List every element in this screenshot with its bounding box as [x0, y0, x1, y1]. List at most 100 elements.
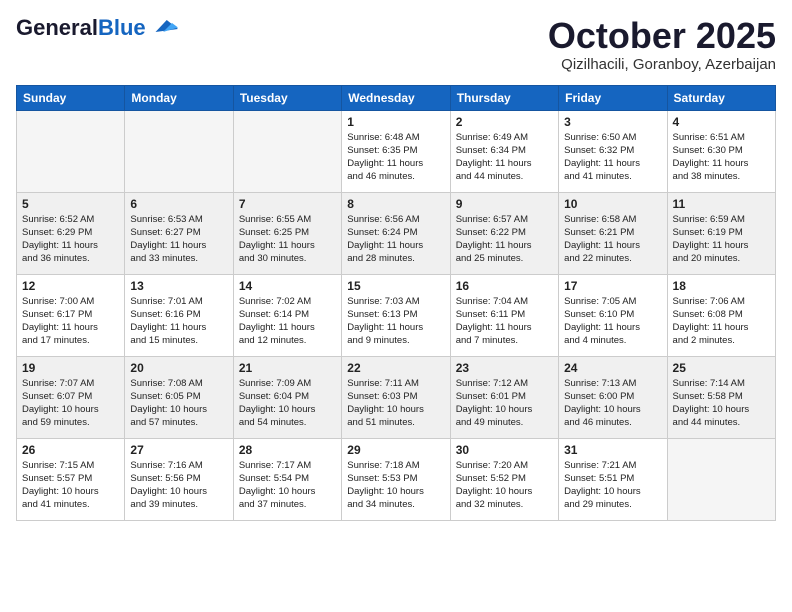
day-info: Sunrise: 7:13 AM Sunset: 6:00 PM Dayligh…: [564, 377, 661, 430]
calendar-cell: 15 Sunrise: 7:03 AM Sunset: 6:13 PM Dayli…: [342, 274, 450, 356]
day-number: 20: [130, 361, 227, 375]
day-number: 15: [347, 279, 444, 293]
calendar-cell: 29 Sunrise: 7:18 AM Sunset: 5:53 PM Dayli…: [342, 438, 450, 520]
day-number: 8: [347, 197, 444, 211]
day-info: Sunrise: 7:15 AM Sunset: 5:57 PM Dayligh…: [22, 459, 119, 512]
day-info: Sunrise: 7:18 AM Sunset: 5:53 PM Dayligh…: [347, 459, 444, 512]
day-number: 18: [673, 279, 770, 293]
day-number: 4: [673, 115, 770, 129]
calendar-cell: 8 Sunrise: 6:56 AM Sunset: 6:24 PM Daylig…: [342, 192, 450, 274]
day-info: Sunrise: 6:58 AM Sunset: 6:21 PM Dayligh…: [564, 213, 661, 266]
day-number: 2: [456, 115, 553, 129]
calendar-week-row: 26 Sunrise: 7:15 AM Sunset: 5:57 PM Dayli…: [17, 438, 776, 520]
logo-blue: Blue: [98, 15, 146, 40]
day-number: 19: [22, 361, 119, 375]
day-info: Sunrise: 7:09 AM Sunset: 6:04 PM Dayligh…: [239, 377, 336, 430]
day-info: Sunrise: 7:05 AM Sunset: 6:10 PM Dayligh…: [564, 295, 661, 348]
day-info: Sunrise: 6:52 AM Sunset: 6:29 PM Dayligh…: [22, 213, 119, 266]
calendar-cell: [125, 110, 233, 192]
day-info: Sunrise: 7:03 AM Sunset: 6:13 PM Dayligh…: [347, 295, 444, 348]
day-info: Sunrise: 6:57 AM Sunset: 6:22 PM Dayligh…: [456, 213, 553, 266]
day-number: 16: [456, 279, 553, 293]
day-info: Sunrise: 7:07 AM Sunset: 6:07 PM Dayligh…: [22, 377, 119, 430]
calendar-cell: [667, 438, 775, 520]
calendar-cell: 4 Sunrise: 6:51 AM Sunset: 6:30 PM Daylig…: [667, 110, 775, 192]
day-number: 31: [564, 443, 661, 457]
title-block: October 2025 Qizilhacili, Goranboy, Azer…: [548, 16, 776, 73]
day-info: Sunrise: 7:00 AM Sunset: 6:17 PM Dayligh…: [22, 295, 119, 348]
day-info: Sunrise: 6:59 AM Sunset: 6:19 PM Dayligh…: [673, 213, 770, 266]
day-info: Sunrise: 6:56 AM Sunset: 6:24 PM Dayligh…: [347, 213, 444, 266]
day-info: Sunrise: 7:04 AM Sunset: 6:11 PM Dayligh…: [456, 295, 553, 348]
calendar-cell: 1Sunrise: 6:48 AM Sunset: 6:35 PM Daylig…: [342, 110, 450, 192]
calendar-cell: 11Sunrise: 6:59 AM Sunset: 6:19 PM Dayli…: [667, 192, 775, 274]
day-number: 6: [130, 197, 227, 211]
day-number: 14: [239, 279, 336, 293]
calendar-cell: [233, 110, 341, 192]
day-header-sunday: Sunday: [17, 85, 125, 110]
day-number: 26: [22, 443, 119, 457]
calendar-cell: 30Sunrise: 7:20 AM Sunset: 5:52 PM Dayli…: [450, 438, 558, 520]
calendar-week-row: 19 Sunrise: 7:07 AM Sunset: 6:07 PM Dayli…: [17, 356, 776, 438]
day-number: 5: [22, 197, 119, 211]
calendar-cell: 28 Sunrise: 7:17 AM Sunset: 5:54 PM Dayli…: [233, 438, 341, 520]
day-number: 27: [130, 443, 227, 457]
calendar-cell: [17, 110, 125, 192]
calendar-cell: 17 Sunrise: 7:05 AM Sunset: 6:10 PM Dayli…: [559, 274, 667, 356]
day-info: Sunrise: 7:06 AM Sunset: 6:08 PM Dayligh…: [673, 295, 770, 348]
day-info: Sunrise: 7:11 AM Sunset: 6:03 PM Dayligh…: [347, 377, 444, 430]
calendar-cell: 21 Sunrise: 7:09 AM Sunset: 6:04 PM Dayli…: [233, 356, 341, 438]
logo-icon: [148, 17, 178, 35]
calendar-cell: 27 Sunrise: 7:16 AM Sunset: 5:56 PM Dayli…: [125, 438, 233, 520]
day-info: Sunrise: 6:48 AM Sunset: 6:35 PM Dayligh…: [347, 131, 444, 184]
day-info: Sunrise: 7:14 AM Sunset: 5:58 PM Dayligh…: [673, 377, 770, 430]
calendar-week-row: 12 Sunrise: 7:00 AM Sunset: 6:17 PM Dayli…: [17, 274, 776, 356]
calendar-cell: 12 Sunrise: 7:00 AM Sunset: 6:17 PM Dayli…: [17, 274, 125, 356]
calendar-cell: 18 Sunrise: 7:06 AM Sunset: 6:08 PM Dayli…: [667, 274, 775, 356]
logo-general: General: [16, 15, 98, 40]
calendar-cell: 9 Sunrise: 6:57 AM Sunset: 6:22 PM Daylig…: [450, 192, 558, 274]
calendar-header-row: SundayMondayTuesdayWednesdayThursdayFrid…: [17, 85, 776, 110]
day-number: 21: [239, 361, 336, 375]
day-info: Sunrise: 6:49 AM Sunset: 6:34 PM Dayligh…: [456, 131, 553, 184]
day-number: 23: [456, 361, 553, 375]
day-number: 17: [564, 279, 661, 293]
day-info: Sunrise: 7:17 AM Sunset: 5:54 PM Dayligh…: [239, 459, 336, 512]
day-number: 29: [347, 443, 444, 457]
calendar-cell: 26 Sunrise: 7:15 AM Sunset: 5:57 PM Dayli…: [17, 438, 125, 520]
day-header-wednesday: Wednesday: [342, 85, 450, 110]
calendar-cell: 24Sunrise: 7:13 AM Sunset: 6:00 PM Dayli…: [559, 356, 667, 438]
day-number: 9: [456, 197, 553, 211]
day-number: 13: [130, 279, 227, 293]
day-info: Sunrise: 7:12 AM Sunset: 6:01 PM Dayligh…: [456, 377, 553, 430]
day-info: Sunrise: 6:55 AM Sunset: 6:25 PM Dayligh…: [239, 213, 336, 266]
day-info: Sunrise: 7:16 AM Sunset: 5:56 PM Dayligh…: [130, 459, 227, 512]
logo-text: GeneralBlue: [16, 16, 146, 40]
day-header-thursday: Thursday: [450, 85, 558, 110]
calendar-table: SundayMondayTuesdayWednesdayThursdayFrid…: [16, 85, 776, 521]
day-info: Sunrise: 7:20 AM Sunset: 5:52 PM Dayligh…: [456, 459, 553, 512]
day-number: 10: [564, 197, 661, 211]
day-info: Sunrise: 7:02 AM Sunset: 6:14 PM Dayligh…: [239, 295, 336, 348]
calendar-cell: 7 Sunrise: 6:55 AM Sunset: 6:25 PM Daylig…: [233, 192, 341, 274]
day-header-saturday: Saturday: [667, 85, 775, 110]
day-info: Sunrise: 7:01 AM Sunset: 6:16 PM Dayligh…: [130, 295, 227, 348]
day-number: 3: [564, 115, 661, 129]
day-number: 25: [673, 361, 770, 375]
day-number: 28: [239, 443, 336, 457]
calendar-cell: 10 Sunrise: 6:58 AM Sunset: 6:21 PM Dayli…: [559, 192, 667, 274]
day-info: Sunrise: 7:21 AM Sunset: 5:51 PM Dayligh…: [564, 459, 661, 512]
day-number: 22: [347, 361, 444, 375]
day-number: 12: [22, 279, 119, 293]
calendar-cell: 14 Sunrise: 7:02 AM Sunset: 6:14 PM Dayli…: [233, 274, 341, 356]
calendar-cell: 22 Sunrise: 7:11 AM Sunset: 6:03 PM Dayli…: [342, 356, 450, 438]
calendar-cell: 16 Sunrise: 7:04 AM Sunset: 6:11 PM Dayli…: [450, 274, 558, 356]
day-info: Sunrise: 6:53 AM Sunset: 6:27 PM Dayligh…: [130, 213, 227, 266]
calendar-cell: 2 Sunrise: 6:49 AM Sunset: 6:34 PM Daylig…: [450, 110, 558, 192]
day-info: Sunrise: 6:51 AM Sunset: 6:30 PM Dayligh…: [673, 131, 770, 184]
day-number: 7: [239, 197, 336, 211]
day-info: Sunrise: 6:50 AM Sunset: 6:32 PM Dayligh…: [564, 131, 661, 184]
day-info: Sunrise: 7:08 AM Sunset: 6:05 PM Dayligh…: [130, 377, 227, 430]
calendar-cell: 31 Sunrise: 7:21 AM Sunset: 5:51 PM Dayli…: [559, 438, 667, 520]
calendar-cell: 19 Sunrise: 7:07 AM Sunset: 6:07 PM Dayli…: [17, 356, 125, 438]
